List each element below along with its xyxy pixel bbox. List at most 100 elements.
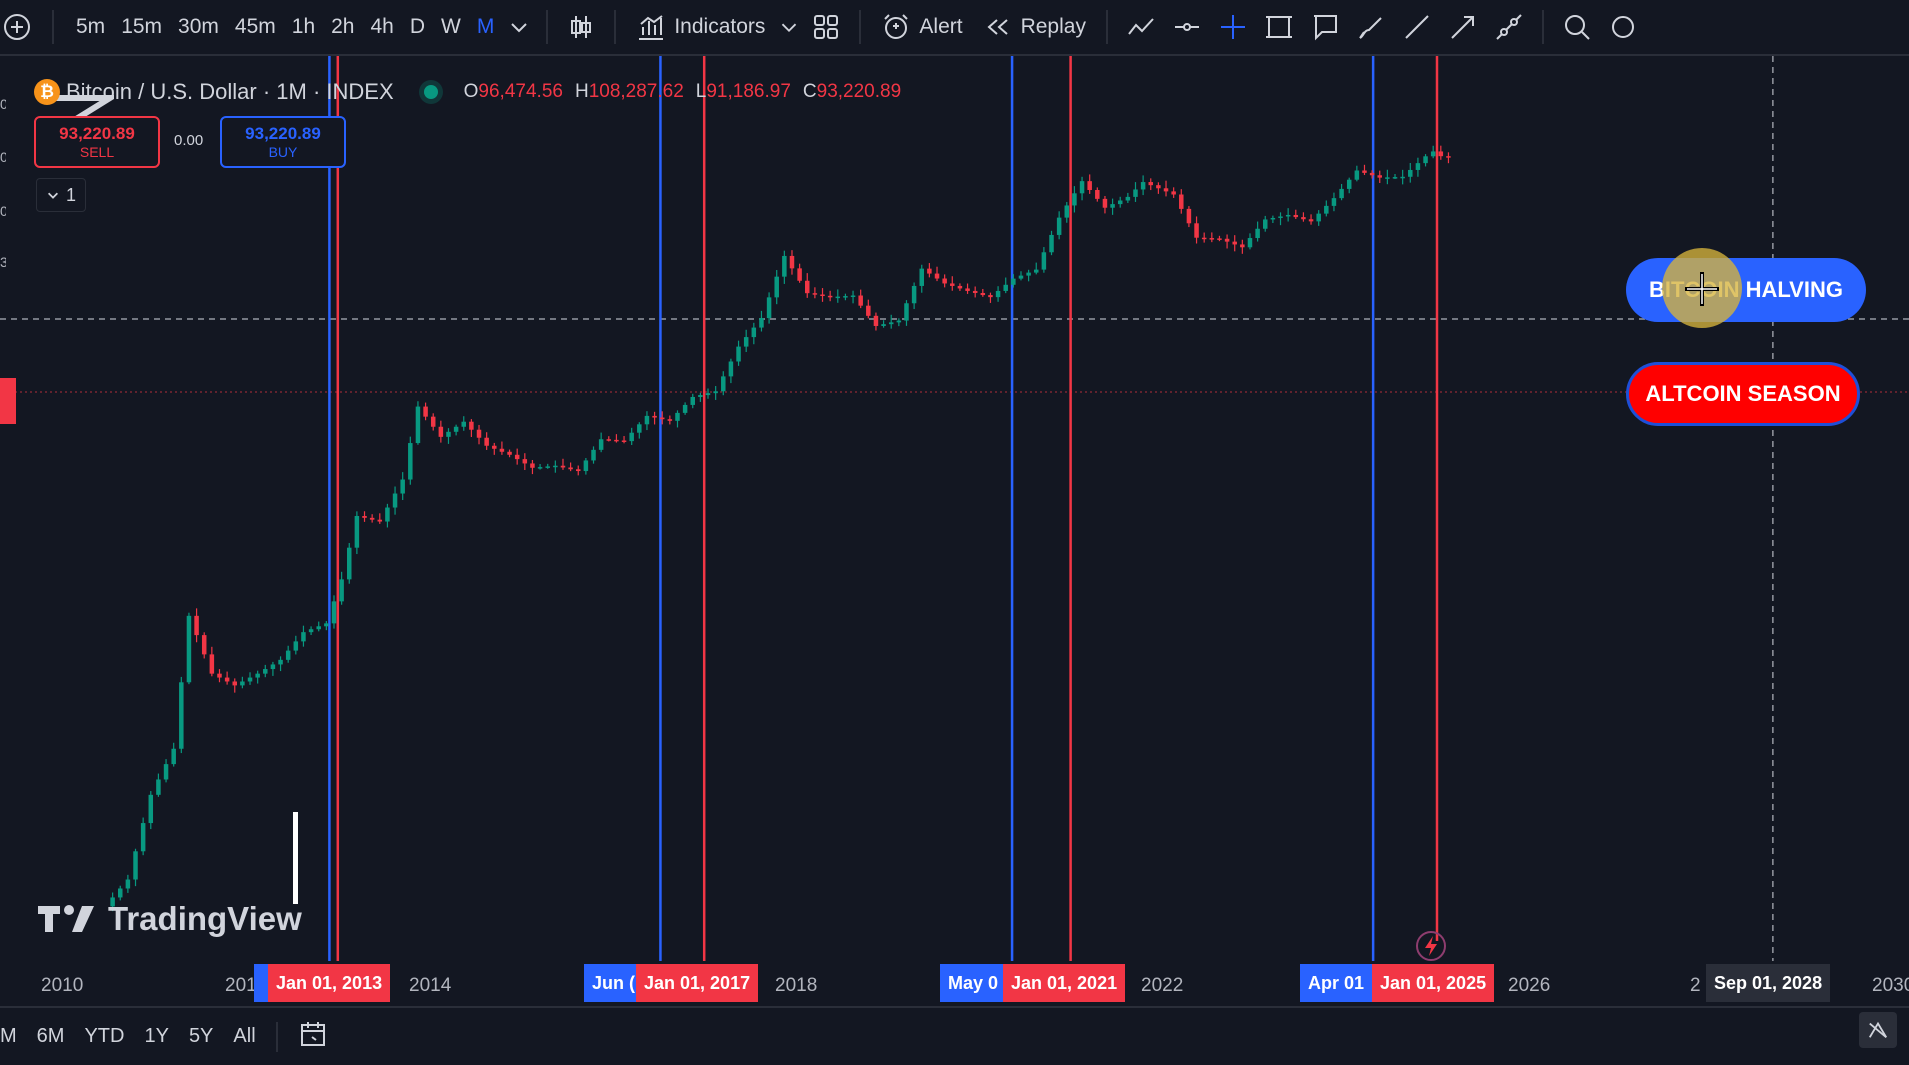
indicator-collapse-toggle[interactable]: 1 bbox=[36, 178, 86, 212]
candles-icon[interactable] bbox=[558, 7, 604, 47]
candle-body bbox=[1102, 198, 1108, 208]
extended-line-icon[interactable] bbox=[1486, 7, 1532, 47]
interval-5m[interactable]: 5m bbox=[68, 7, 113, 47]
range-5y[interactable]: 5Y bbox=[179, 1025, 223, 1048]
candle-body bbox=[331, 601, 337, 624]
ohlc-close-key: C bbox=[802, 81, 817, 102]
candle-body bbox=[1064, 205, 1070, 218]
candle-body bbox=[232, 681, 237, 686]
candle-body bbox=[1148, 182, 1153, 186]
candle-body bbox=[1232, 241, 1237, 245]
last-price-badge bbox=[0, 378, 16, 424]
range-6m[interactable]: 6M bbox=[27, 1025, 75, 1048]
interval-4h[interactable]: 4h bbox=[362, 7, 401, 47]
layouts-icon[interactable] bbox=[803, 7, 849, 47]
candle-body bbox=[1385, 177, 1390, 179]
buy-label: BUY bbox=[268, 144, 298, 160]
toolbar-divider bbox=[546, 10, 549, 44]
candle-body bbox=[133, 851, 138, 880]
candle-body bbox=[644, 415, 650, 425]
range-all[interactable]: All bbox=[223, 1025, 265, 1048]
candle-body bbox=[766, 297, 772, 319]
candle-body bbox=[446, 431, 451, 437]
range-m[interactable]: M bbox=[0, 1025, 27, 1048]
candle-body bbox=[950, 283, 955, 286]
add-symbol-icon[interactable] bbox=[0, 7, 34, 47]
candle-body bbox=[614, 439, 619, 442]
interval-m[interactable]: M bbox=[469, 7, 503, 47]
sell-button[interactable]: 93,220.89 SELL bbox=[34, 116, 160, 168]
lightning-icon[interactable] bbox=[1414, 929, 1448, 963]
indicators-button[interactable]: Indicators bbox=[626, 7, 775, 47]
symbol-title[interactable]: Bitcoin / U.S. Dollar · 1M · INDEX bbox=[66, 79, 394, 105]
arrow-icon[interactable] bbox=[1440, 7, 1486, 47]
candle-body bbox=[812, 293, 818, 295]
candle-body bbox=[1117, 200, 1123, 205]
candle-body bbox=[1125, 196, 1131, 201]
candle-body bbox=[1263, 219, 1268, 229]
interval-1h[interactable]: 1h bbox=[284, 7, 323, 47]
candle-body bbox=[888, 322, 894, 325]
range-ytd[interactable]: YTD bbox=[74, 1025, 134, 1048]
price-tick: 3 bbox=[0, 254, 6, 270]
halving-date-tag bbox=[254, 964, 268, 1002]
settings-icon[interactable] bbox=[1600, 7, 1646, 47]
alert-button[interactable]: Alert bbox=[871, 7, 972, 47]
candle-body bbox=[1339, 188, 1344, 199]
candle-body bbox=[476, 429, 482, 438]
candle-body bbox=[553, 465, 558, 468]
chevron-down-icon bbox=[47, 192, 58, 199]
symbol-legend[interactable]: ₿ Bitcoin / U.S. Dollar · 1M · INDEX O 9… bbox=[34, 76, 901, 108]
candle-body bbox=[354, 516, 360, 548]
candle-body bbox=[576, 469, 581, 472]
candle-body bbox=[1446, 156, 1451, 158]
calendar-icon[interactable] bbox=[288, 1019, 338, 1055]
candle-body bbox=[484, 437, 489, 446]
candle-body bbox=[278, 659, 283, 665]
candle-body bbox=[805, 280, 810, 294]
interval-15m[interactable]: 15m bbox=[113, 7, 170, 47]
replay-button[interactable]: Replay bbox=[973, 7, 1096, 47]
chevron-down-icon[interactable] bbox=[775, 7, 803, 47]
candle-body bbox=[362, 516, 367, 518]
candle-body bbox=[1018, 275, 1024, 279]
bitcoin-logo-icon: ₿ bbox=[34, 79, 60, 105]
candle-body bbox=[209, 654, 215, 674]
zoom-icon[interactable] bbox=[1554, 7, 1600, 47]
candle-body bbox=[1156, 185, 1161, 189]
range-1y[interactable]: 1Y bbox=[134, 1025, 178, 1048]
callout-icon[interactable] bbox=[1302, 7, 1348, 47]
candle-body bbox=[240, 681, 245, 686]
interval-45m[interactable]: 45m bbox=[227, 7, 284, 47]
buy-button[interactable]: 93,220.89 BUY bbox=[220, 116, 346, 168]
interval-d[interactable]: D bbox=[402, 7, 433, 47]
ray-icon[interactable] bbox=[1394, 7, 1440, 47]
candle-body bbox=[461, 421, 466, 427]
price-chart[interactable] bbox=[0, 56, 1909, 1004]
candle-body bbox=[1415, 163, 1421, 170]
rectangle-icon[interactable] bbox=[1256, 7, 1302, 47]
season-date-tag: Jan 01, 2013 bbox=[268, 964, 391, 1002]
candle-body bbox=[1171, 191, 1176, 195]
candle-body bbox=[637, 424, 642, 433]
interval-30m[interactable]: 30m bbox=[170, 7, 227, 47]
candle-body bbox=[179, 682, 184, 749]
trend-line-icon[interactable] bbox=[1118, 7, 1164, 47]
interval-2h[interactable]: 2h bbox=[323, 7, 362, 47]
brush-icon[interactable] bbox=[1348, 7, 1394, 47]
horizontal-line-icon[interactable] bbox=[1164, 7, 1210, 47]
top-toolbar: 5m 15m 30m 45m 1h 2h 4h D W M Indicators… bbox=[0, 0, 1909, 56]
interval-w[interactable]: W bbox=[433, 7, 469, 47]
candle-body bbox=[1346, 179, 1352, 189]
candle-body bbox=[965, 288, 970, 291]
year-label: 2014 bbox=[409, 975, 452, 996]
candle-body bbox=[1179, 194, 1184, 209]
crosshair-tool-icon[interactable] bbox=[1210, 7, 1256, 47]
altcoin-season-label[interactable]: ALTCOIN SEASON bbox=[1626, 362, 1860, 426]
candle-body bbox=[408, 443, 413, 480]
candle-body bbox=[774, 276, 779, 298]
halving-date-tag: Jun ( bbox=[584, 964, 638, 1002]
chart-pane[interactable]: 0 0 0 3 ₿ Bitcoin / U.S. Dollar · 1M · I… bbox=[0, 56, 1909, 1004]
auto-scale-icon[interactable] bbox=[1859, 1012, 1897, 1048]
chevron-down-icon[interactable] bbox=[502, 7, 536, 47]
